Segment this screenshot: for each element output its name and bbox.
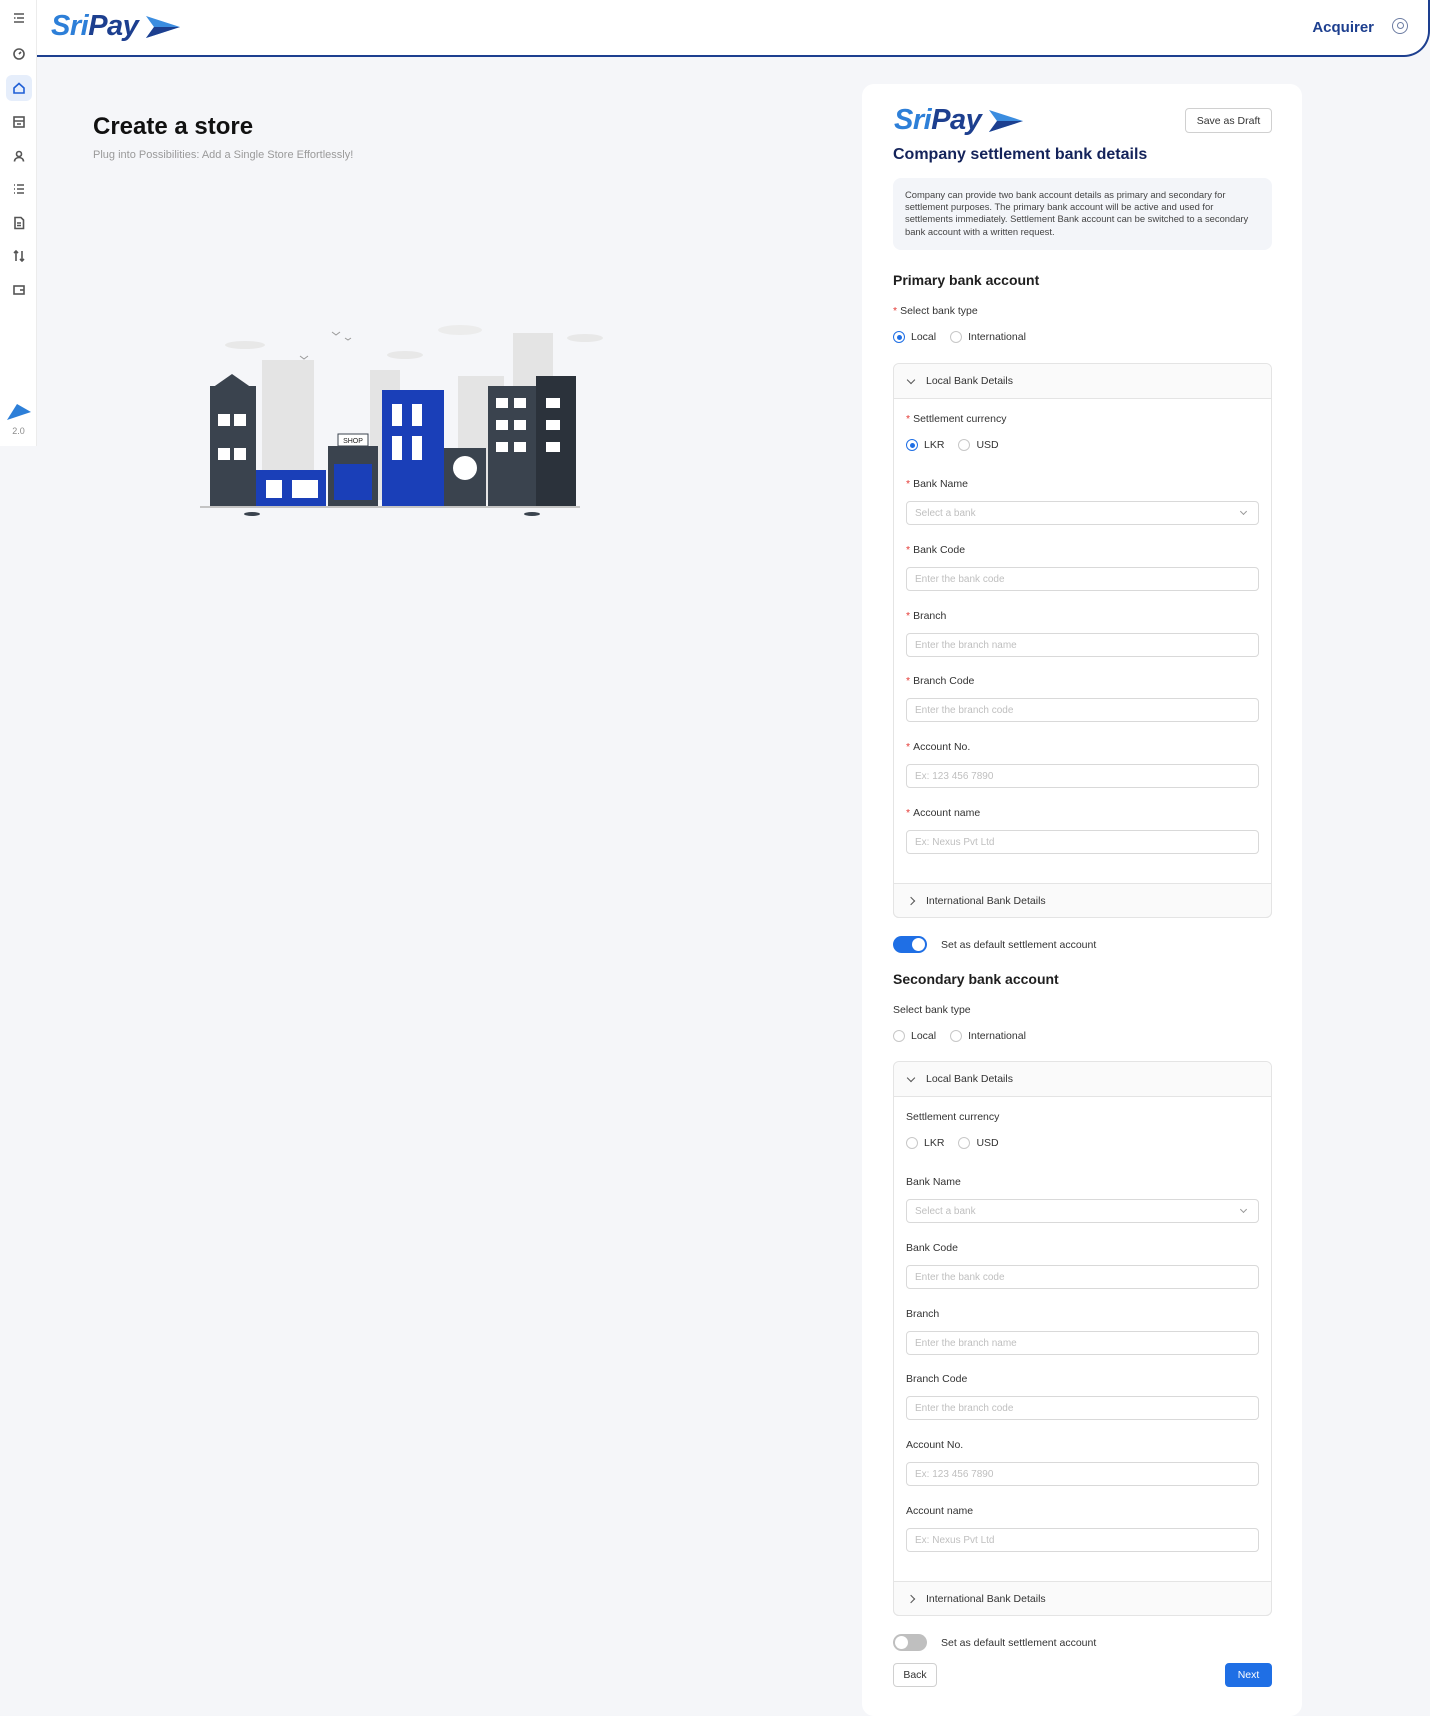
svg-text:SHOP: SHOP [343,438,363,445]
primary-account-no-label: * Account No. [906,741,971,753]
dashboard-icon[interactable] [6,41,32,67]
secondary-section-title: Secondary bank account [893,971,1059,987]
secondary-bank-code-label: Bank Code [906,1242,958,1254]
primary-local-bank-panel: Local Bank Details * Settlement currency … [893,363,1272,918]
primary-branch-label: * Branch [906,610,947,622]
secondary-branch-code-label: Branch Code [906,1373,968,1385]
sripay-arrow-icon [989,109,1024,132]
store-icon[interactable] [6,109,32,135]
wallet-icon[interactable] [6,277,32,303]
primary-branch-input[interactable] [906,633,1259,657]
chevron-down-icon [906,375,916,384]
page-subtitle: Plug into Possibilities: Add a Single St… [93,149,354,161]
primary-bank-code-label: * Bank Code [906,544,966,556]
chevron-down-icon [906,1073,916,1082]
menu-icon[interactable] [6,5,32,31]
primary-default-toggle[interactable] [893,936,927,953]
info-box: Company can provide two bank account det… [893,178,1272,250]
secondary-local-bank-header[interactable]: Local Bank Details [894,1062,1271,1097]
save-draft-button[interactable]: Save as Draft [1185,108,1272,133]
page-title: Create a store [93,113,254,140]
secondary-currency-label: Settlement currency [906,1111,1000,1123]
top-header: SriPay Acquirer [37,0,1430,57]
chevron-right-icon [906,1594,916,1603]
primary-default-toggle-row: Set as default settlement account [893,936,1096,953]
secondary-radio-international[interactable]: International [950,1030,1026,1042]
city-store-illustration: SHOP [200,325,603,516]
primary-currency-label: * Settlement currency [906,413,1007,425]
sripay-small-logo [7,404,31,420]
primary-bank-code-input[interactable] [906,567,1259,591]
primary-radio-international[interactable]: International [950,331,1026,343]
user-avatar-icon[interactable] [1392,18,1408,34]
user-name[interactable]: Acquirer [1312,19,1374,36]
sidebar: 2.0 [0,0,37,446]
secondary-bank-type-radios: Local International [893,1030,1040,1042]
secondary-bank-name-label: Bank Name [906,1176,961,1188]
secondary-account-no-input[interactable] [906,1462,1259,1486]
secondary-bank-code-input[interactable] [906,1265,1259,1289]
secondary-radio-lkr[interactable]: LKR [906,1137,944,1149]
home-icon[interactable] [6,75,32,101]
transfer-icon[interactable] [6,243,32,269]
secondary-account-no-label: Account No. [906,1439,964,1451]
primary-radio-local[interactable]: Local [893,331,936,343]
primary-branch-code-input[interactable] [906,698,1259,722]
secondary-local-bank-panel: Local Bank Details Settlement currency L… [893,1061,1272,1616]
secondary-default-toggle-row: Set as default settlement account [893,1634,1096,1651]
primary-branch-code-label: * Branch Code [906,675,975,687]
primary-local-bank-header[interactable]: Local Bank Details [894,364,1271,399]
secondary-default-toggle[interactable] [893,1634,927,1651]
brand-logo[interactable]: SriPay [51,10,184,43]
secondary-international-bank-header[interactable]: International Bank Details [893,1581,1272,1616]
card-brand-logo: SriPay [894,104,1027,137]
app-version: 2.0 [12,426,25,436]
primary-section-title: Primary bank account [893,272,1040,288]
primary-radio-usd[interactable]: USD [958,439,999,451]
settlement-card: SriPay Save as Draft Company settlement … [862,84,1302,1716]
primary-international-bank-header[interactable]: International Bank Details [893,883,1272,918]
primary-bank-type-label: * Select bank type [893,305,978,317]
back-button[interactable]: Back [893,1663,937,1687]
list-icon[interactable] [6,176,32,202]
secondary-branch-code-input[interactable] [906,1396,1259,1420]
secondary-branch-input[interactable] [906,1331,1259,1355]
secondary-bank-type-label: Select bank type [893,1004,971,1016]
primary-bank-type-radios: Local International [893,331,1040,343]
secondary-currency-radios: LKR USD [906,1137,1013,1149]
card-title: Company settlement bank details [893,146,1148,163]
chevron-down-icon [1239,507,1248,516]
user-icon[interactable] [6,143,32,169]
secondary-radio-usd[interactable]: USD [958,1137,999,1149]
primary-radio-lkr[interactable]: LKR [906,439,944,451]
primary-bank-name-select[interactable]: Select a bank [906,501,1259,525]
primary-account-no-input[interactable] [906,764,1259,788]
secondary-radio-local[interactable]: Local [893,1030,936,1042]
secondary-branch-label: Branch [906,1308,940,1320]
next-button[interactable]: Next [1225,1663,1272,1687]
secondary-account-name-label: Account name [906,1505,974,1517]
chevron-down-icon [1239,1205,1248,1214]
primary-account-name-label: * Account name [906,807,981,819]
document-icon[interactable] [6,210,32,236]
primary-bank-name-label: * Bank Name [906,478,968,490]
chevron-right-icon [906,896,916,905]
secondary-account-name-input[interactable] [906,1528,1259,1552]
secondary-bank-name-select[interactable]: Select a bank [906,1199,1259,1223]
primary-account-name-input[interactable] [906,830,1259,854]
primary-currency-radios: LKR USD [906,439,1013,451]
sripay-arrow-icon [146,15,181,38]
